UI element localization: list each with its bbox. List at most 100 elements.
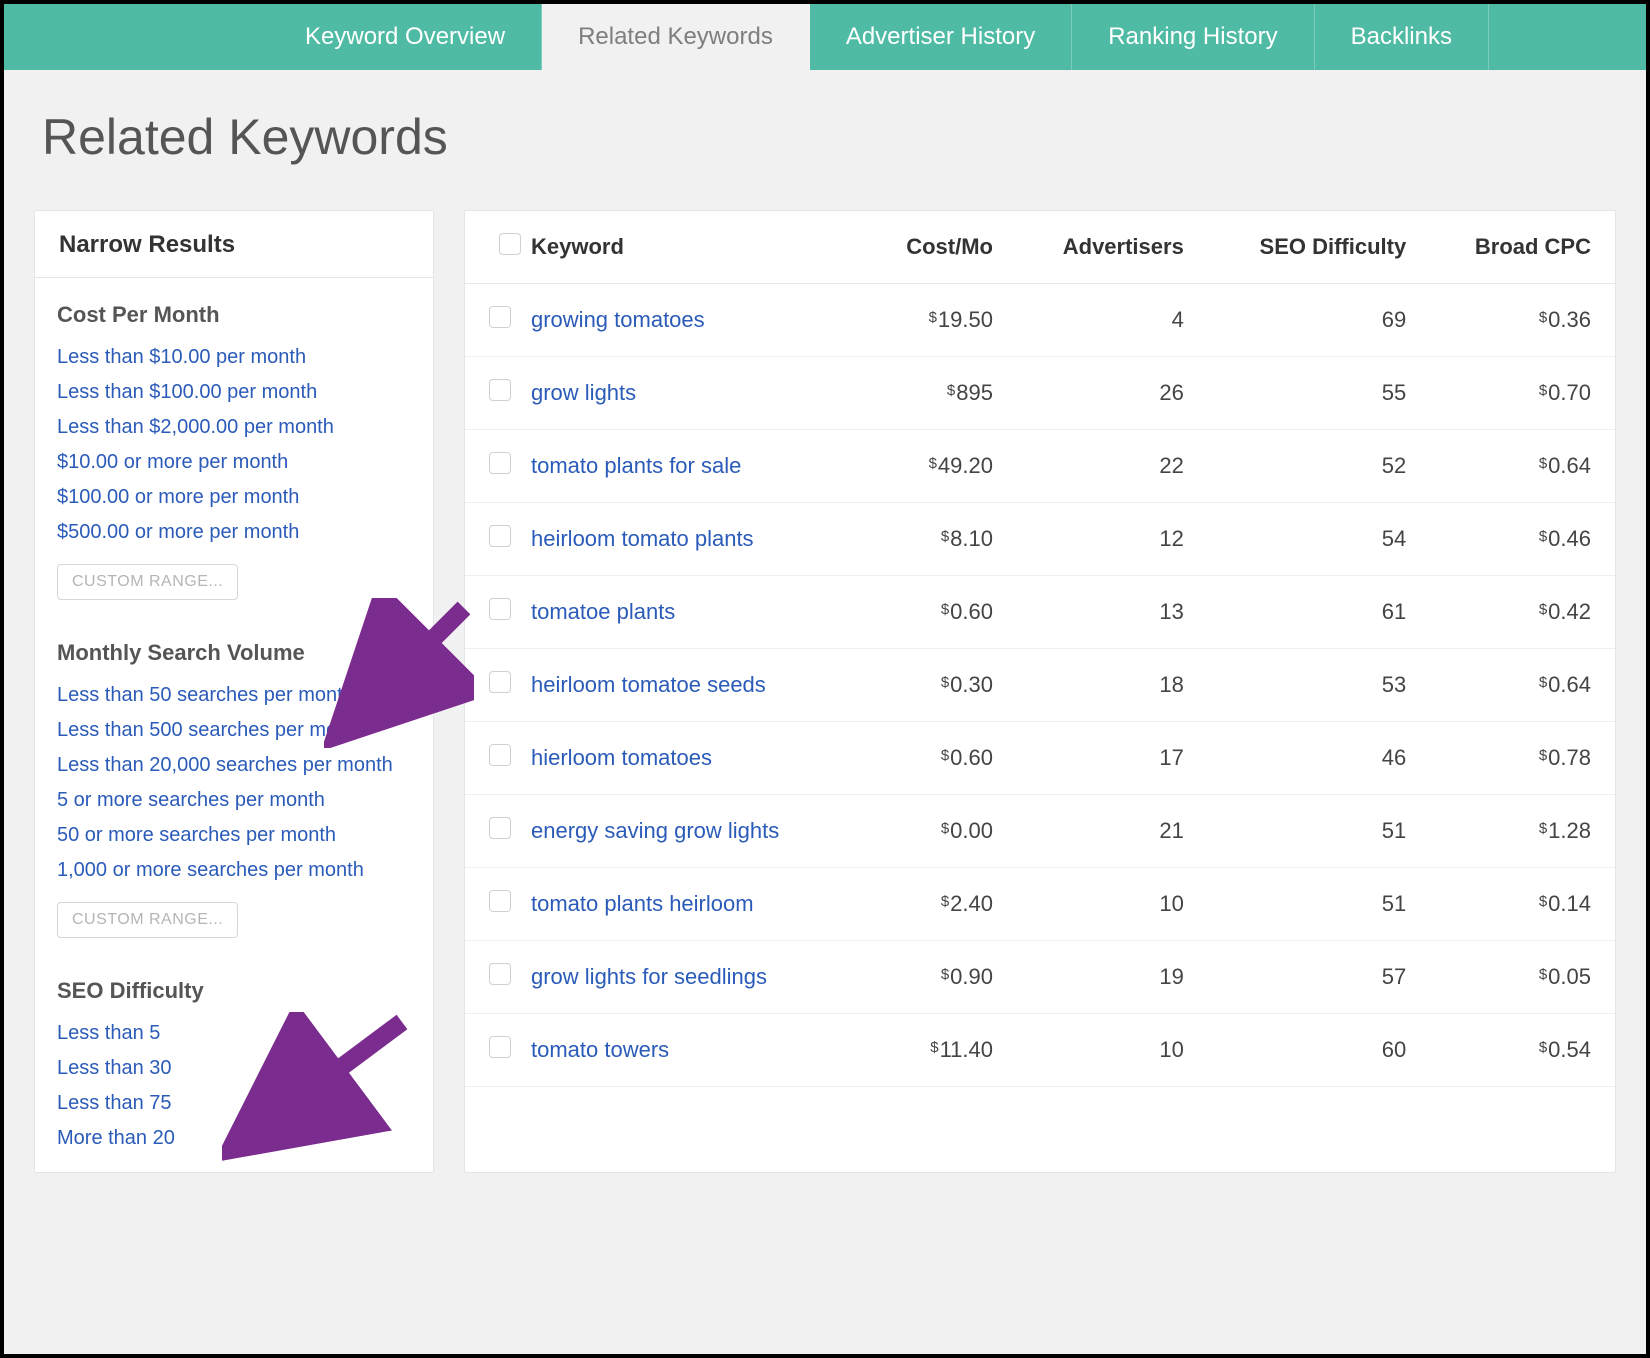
table-row: tomatoe plants$0.601361$0.42 [465,576,1615,649]
seo-cell: 61 [1208,576,1430,649]
seo-cell: 60 [1208,1014,1430,1087]
keyword-link[interactable]: tomato plants for sale [521,430,868,503]
table-row: heirloom tomatoe seeds$0.301853$0.64 [465,649,1615,722]
table-row: tomato towers$11.401060$0.54 [465,1014,1615,1087]
cpc-cell: $0.14 [1430,868,1615,941]
cost-cell: $11.40 [868,1014,1017,1087]
cpc-cell: $0.42 [1430,576,1615,649]
filter-link[interactable]: Less than 5 [57,1016,411,1051]
filter-link[interactable]: Less than 500 searches per month [57,713,411,748]
row-checkbox[interactable] [489,1036,511,1058]
seo-cell: 46 [1208,722,1430,795]
filter-link[interactable]: Less than $100.00 per month [57,375,411,410]
filter-link[interactable]: $10.00 or more per month [57,445,411,480]
cost-cell: $0.30 [868,649,1017,722]
filter-title: SEO Difficulty [57,978,411,1004]
row-checkbox[interactable] [489,598,511,620]
row-checkbox[interactable] [489,817,511,839]
advertisers-cell: 18 [1017,649,1208,722]
keyword-link[interactable]: grow lights [521,357,868,430]
filter-link[interactable]: 5 or more searches per month [57,783,411,818]
filter-link[interactable]: More than 20 [57,1121,411,1156]
keyword-link[interactable]: grow lights for seedlings [521,941,868,1014]
filter-title: Monthly Search Volume [57,640,411,666]
tab-related-keywords[interactable]: Related Keywords [542,4,810,70]
filter-link[interactable]: Less than $2,000.00 per month [57,410,411,445]
custom-range-button[interactable]: CUSTOM RANGE... [57,564,238,600]
keyword-link[interactable]: hierloom tomatoes [521,722,868,795]
cpc-cell: $0.46 [1430,503,1615,576]
cost-cell: $0.00 [868,795,1017,868]
advertisers-cell: 13 [1017,576,1208,649]
filter-link[interactable]: Less than $10.00 per month [57,340,411,375]
col-seo[interactable]: SEO Difficulty [1208,211,1430,284]
sidebar-header: Narrow Results [35,211,433,278]
advertisers-cell: 22 [1017,430,1208,503]
nav-tabs: Keyword OverviewRelated KeywordsAdvertis… [4,4,1646,70]
cost-cell: $2.40 [868,868,1017,941]
tab-backlinks[interactable]: Backlinks [1315,4,1489,70]
row-checkbox[interactable] [489,379,511,401]
filter-link[interactable]: Less than 50 searches per month [57,678,411,713]
row-checkbox[interactable] [489,306,511,328]
page-title: Related Keywords [4,70,1646,190]
filter-link[interactable]: Less than 30 [57,1051,411,1086]
col-keyword[interactable]: Keyword [521,211,868,284]
keyword-link[interactable]: growing tomatoes [521,284,868,357]
cpc-cell: $0.70 [1430,357,1615,430]
col-cpc[interactable]: Broad CPC [1430,211,1615,284]
keyword-link[interactable]: tomato towers [521,1014,868,1087]
table-row: heirloom tomato plants$8.101254$0.46 [465,503,1615,576]
filter-title: Cost Per Month [57,302,411,328]
seo-cell: 69 [1208,284,1430,357]
cost-cell: $0.90 [868,941,1017,1014]
advertisers-cell: 4 [1017,284,1208,357]
row-checkbox[interactable] [489,671,511,693]
keyword-link[interactable]: tomatoe plants [521,576,868,649]
table-row: growing tomatoes$19.50469$0.36 [465,284,1615,357]
row-checkbox[interactable] [489,452,511,474]
cost-cell: $8.10 [868,503,1017,576]
filter-link[interactable]: $500.00 or more per month [57,515,411,550]
table-row: hierloom tomatoes$0.601746$0.78 [465,722,1615,795]
cpc-cell: $0.36 [1430,284,1615,357]
filter-link[interactable]: 50 or more searches per month [57,818,411,853]
results-table: Keyword Cost/Mo Advertisers SEO Difficul… [464,210,1616,1173]
col-cost[interactable]: Cost/Mo [868,211,1017,284]
cpc-cell: $0.64 [1430,649,1615,722]
cost-cell: $0.60 [868,722,1017,795]
seo-cell: 57 [1208,941,1430,1014]
row-checkbox[interactable] [489,963,511,985]
tab-ranking-history[interactable]: Ranking History [1072,4,1314,70]
cost-cell: $895 [868,357,1017,430]
advertisers-cell: 19 [1017,941,1208,1014]
keyword-link[interactable]: energy saving grow lights [521,795,868,868]
keyword-link[interactable]: heirloom tomato plants [521,503,868,576]
filter-group: Cost Per Month Less than $10.00 per month… [35,278,433,616]
keyword-link[interactable]: heirloom tomatoe seeds [521,649,868,722]
tab-advertiser-history[interactable]: Advertiser History [810,4,1072,70]
seo-cell: 52 [1208,430,1430,503]
col-advertisers[interactable]: Advertisers [1017,211,1208,284]
table-row: grow lights for seedlings$0.901957$0.05 [465,941,1615,1014]
cpc-cell: $0.78 [1430,722,1615,795]
cpc-cell: $0.05 [1430,941,1615,1014]
row-checkbox[interactable] [489,744,511,766]
row-checkbox[interactable] [489,525,511,547]
filter-link[interactable]: Less than 75 [57,1086,411,1121]
row-checkbox[interactable] [489,890,511,912]
advertisers-cell: 26 [1017,357,1208,430]
advertisers-cell: 17 [1017,722,1208,795]
advertisers-cell: 21 [1017,795,1208,868]
seo-cell: 51 [1208,868,1430,941]
advertisers-cell: 10 [1017,868,1208,941]
keyword-link[interactable]: tomato plants heirloom [521,868,868,941]
tab-keyword-overview[interactable]: Keyword Overview [269,4,542,70]
seo-cell: 51 [1208,795,1430,868]
filter-link[interactable]: Less than 20,000 searches per month [57,748,411,783]
custom-range-button[interactable]: CUSTOM RANGE... [57,902,238,938]
advertisers-cell: 10 [1017,1014,1208,1087]
filter-link[interactable]: $100.00 or more per month [57,480,411,515]
select-all-checkbox[interactable] [499,233,521,255]
filter-link[interactable]: 1,000 or more searches per month [57,853,411,888]
